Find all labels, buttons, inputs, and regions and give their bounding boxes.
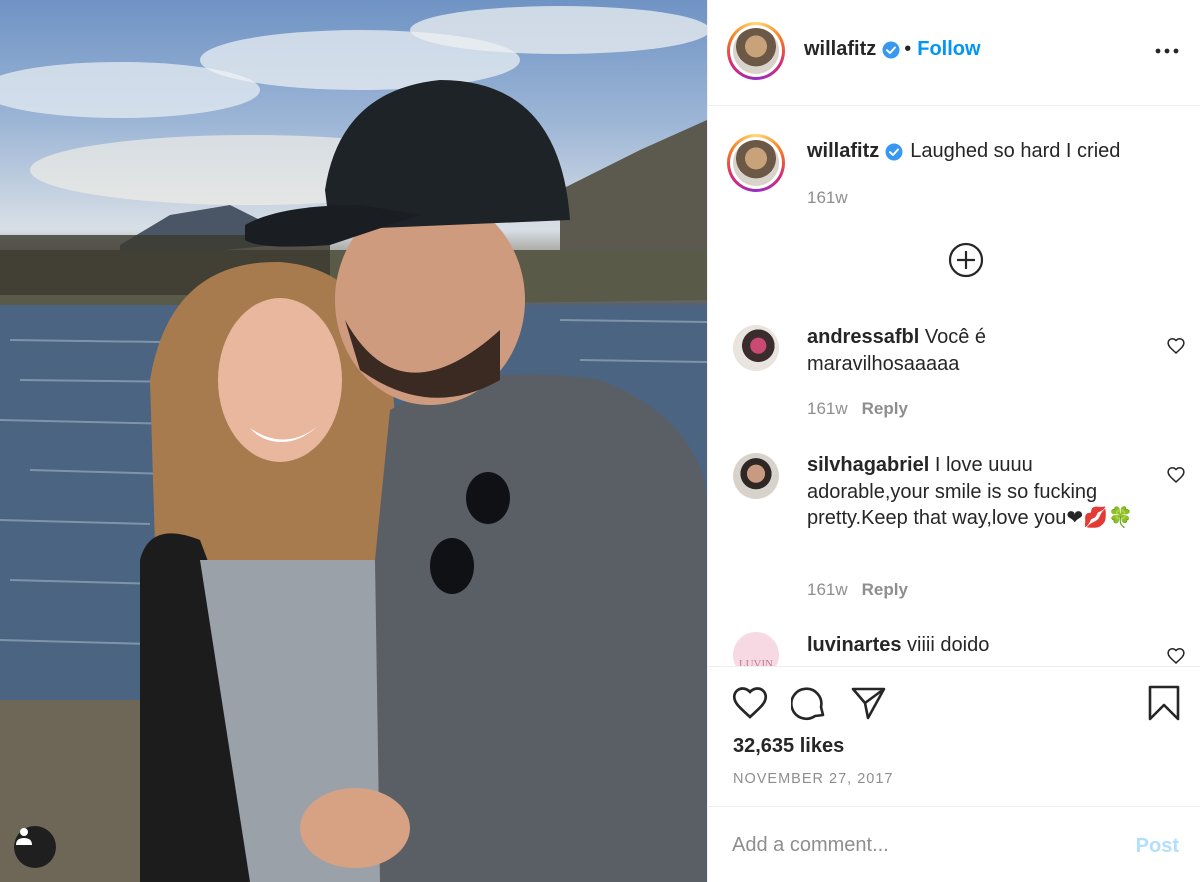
- more-options-button[interactable]: [1155, 42, 1179, 60]
- comment-timestamp[interactable]: 161w: [807, 399, 848, 418]
- comment: andressafbl Você é maravilhosaaaaa: [807, 324, 1107, 377]
- post-header: willafitz • Follow: [708, 0, 1200, 106]
- post-actions: 32,635 likes NOVEMBER 27, 2017: [708, 666, 1200, 806]
- comment: luvinartes viiii doido: [807, 632, 1137, 659]
- heart-icon: [732, 687, 768, 719]
- heart-icon: [1167, 337, 1185, 355]
- like-comment-button[interactable]: [1167, 647, 1185, 666]
- share-button[interactable]: [850, 685, 886, 726]
- author-avatar[interactable]: [727, 22, 785, 80]
- comment-meta: 161w Reply: [807, 399, 908, 419]
- comment: silvhagabriel I love uuuu adorable,your …: [807, 452, 1137, 532]
- comment-username[interactable]: silvhagabriel: [807, 454, 929, 476]
- reply-button[interactable]: Reply: [862, 580, 908, 599]
- post-date[interactable]: NOVEMBER 27, 2017: [733, 771, 893, 787]
- separator-dot: •: [904, 38, 912, 60]
- comment-icon: [790, 687, 825, 721]
- reply-button[interactable]: Reply: [862, 399, 908, 418]
- verified-icon: [885, 143, 903, 160]
- likes-count[interactable]: 32,635 likes: [733, 735, 844, 758]
- comment-username[interactable]: luvinartes: [807, 634, 901, 656]
- commenter-avatar[interactable]: [733, 453, 779, 499]
- like-button[interactable]: [732, 685, 768, 724]
- header-author-line: willafitz • Follow: [804, 38, 981, 61]
- commenter-avatar[interactable]: [733, 325, 779, 371]
- user-tag-button[interactable]: [14, 826, 56, 868]
- save-button[interactable]: [1148, 685, 1180, 726]
- comment-button[interactable]: [790, 685, 827, 726]
- author-username[interactable]: willafitz: [804, 38, 876, 61]
- avatar-logo-text: LUVIN: [738, 658, 774, 666]
- caption-username[interactable]: willafitz: [807, 140, 879, 163]
- commenter-avatar[interactable]: LUVIN: [733, 632, 779, 666]
- user-tag-icon: [16, 828, 32, 845]
- photo-illustration: [0, 6, 707, 882]
- load-more-icon: [948, 242, 984, 278]
- comment-text: viiii doido: [907, 634, 990, 656]
- caption-timestamp[interactable]: 161w: [807, 188, 848, 208]
- caption: willafitz Laughed so hard I cried: [807, 140, 1120, 163]
- like-comment-button[interactable]: [1167, 337, 1185, 359]
- verified-icon: [882, 41, 900, 58]
- post-comment-button[interactable]: Post: [1136, 835, 1179, 858]
- comment-input[interactable]: [732, 827, 1112, 863]
- more-options-icon: [1155, 48, 1179, 54]
- comment-composer: Post: [708, 806, 1200, 882]
- share-icon: [851, 687, 886, 720]
- like-comment-button[interactable]: [1167, 466, 1185, 488]
- follow-button[interactable]: Follow: [917, 38, 980, 61]
- post-photo[interactable]: [0, 0, 707, 882]
- load-more-comments-button[interactable]: [948, 242, 984, 283]
- heart-icon: [1167, 466, 1185, 484]
- caption-avatar[interactable]: [727, 134, 785, 192]
- comment-timestamp[interactable]: 161w: [807, 580, 848, 599]
- heart-icon: [1167, 647, 1185, 665]
- caption-text: Laughed so hard I cried: [910, 140, 1121, 162]
- comment-username[interactable]: andressafbl: [807, 326, 919, 348]
- bookmark-icon: [1148, 685, 1180, 721]
- comment-meta: 161w Reply: [807, 580, 908, 600]
- comments-list[interactable]: willafitz Laughed so hard I cried 161w a…: [708, 106, 1200, 666]
- post-sidebar: willafitz • Follow willafitz Laughed so …: [707, 0, 1200, 882]
